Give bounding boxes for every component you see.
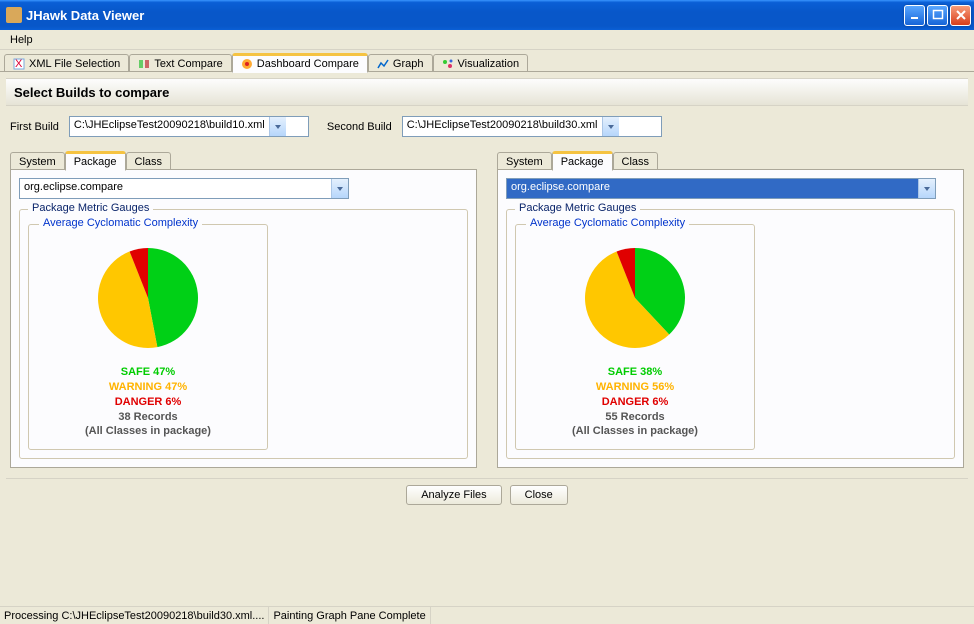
left-pie-chart bbox=[93, 243, 203, 353]
window-title: JHawk Data Viewer bbox=[26, 8, 904, 23]
gauge-legend: Average Cyclomatic Complexity bbox=[39, 217, 202, 229]
stat-safe: SAFE 38% bbox=[526, 365, 744, 380]
left-metric-group: Package Metric Gauges Average Cyclomatic… bbox=[19, 209, 468, 459]
combo-value: org.eclipse.compare bbox=[507, 179, 918, 198]
stat-records: 55 Records bbox=[526, 410, 744, 425]
tab-graph[interactable]: Graph bbox=[368, 54, 433, 72]
second-build-label: Second Build bbox=[327, 121, 392, 133]
tab-label: Visualization bbox=[458, 58, 520, 70]
chevron-down-icon[interactable] bbox=[602, 117, 619, 136]
svg-text:X: X bbox=[15, 58, 23, 70]
first-build-select[interactable]: C:\JHEclipseTest20090218\build10.xml bbox=[69, 116, 309, 137]
stat-note: (All Classes in package) bbox=[39, 424, 257, 439]
text-compare-icon bbox=[138, 58, 150, 70]
menu-bar: Help bbox=[0, 30, 974, 50]
right-package-select[interactable]: org.eclipse.compare bbox=[506, 178, 936, 199]
combo-value: org.eclipse.compare bbox=[20, 179, 331, 198]
analyze-files-button[interactable]: Analyze Files bbox=[406, 485, 501, 505]
stat-note: (All Classes in package) bbox=[526, 424, 744, 439]
gauge-legend: Average Cyclomatic Complexity bbox=[526, 217, 689, 229]
title-bar: JHawk Data Viewer bbox=[0, 0, 974, 30]
right-metric-group: Package Metric Gauges Average Cyclomatic… bbox=[506, 209, 955, 459]
left-tab-system[interactable]: System bbox=[10, 152, 65, 170]
menu-help[interactable]: Help bbox=[4, 32, 39, 48]
stat-danger: DANGER 6% bbox=[526, 395, 744, 410]
dashboard-icon bbox=[241, 58, 253, 70]
chevron-down-icon[interactable] bbox=[918, 179, 935, 198]
left-gauge-group: Average Cyclomatic Complexity SAFE 47% W… bbox=[28, 224, 268, 450]
tab-text-compare[interactable]: Text Compare bbox=[129, 54, 231, 72]
tab-label: XML File Selection bbox=[29, 58, 120, 70]
xml-icon: X bbox=[13, 58, 25, 70]
right-tab-package[interactable]: Package bbox=[552, 151, 613, 171]
stat-warning: WARNING 47% bbox=[39, 380, 257, 395]
minimize-button[interactable] bbox=[904, 5, 925, 26]
visualization-icon bbox=[442, 58, 454, 70]
close-window-button[interactable] bbox=[950, 5, 971, 26]
right-tab-class[interactable]: Class bbox=[613, 152, 659, 170]
second-build-select[interactable]: C:\JHEclipseTest20090218\build30.xml bbox=[402, 116, 662, 137]
combo-value: C:\JHEclipseTest20090218\build10.xml bbox=[70, 117, 269, 136]
left-package-select[interactable]: org.eclipse.compare bbox=[19, 178, 349, 199]
status-bar: Processing C:\JHEclipseTest20090218\buil… bbox=[0, 606, 974, 624]
stat-warning: WARNING 56% bbox=[526, 380, 744, 395]
right-tab-system[interactable]: System bbox=[497, 152, 552, 170]
tab-label: Text Compare bbox=[154, 58, 222, 70]
close-button[interactable]: Close bbox=[510, 485, 568, 505]
status-processing: Processing C:\JHEclipseTest20090218\buil… bbox=[0, 607, 269, 624]
tab-label: Dashboard Compare bbox=[257, 58, 359, 70]
stat-danger: DANGER 6% bbox=[39, 395, 257, 410]
tab-label: Graph bbox=[393, 58, 424, 70]
combo-value: C:\JHEclipseTest20090218\build30.xml bbox=[403, 117, 602, 136]
app-icon bbox=[6, 7, 22, 23]
stat-safe: SAFE 47% bbox=[39, 365, 257, 380]
right-gauge-group: Average Cyclomatic Complexity SAFE 38% W… bbox=[515, 224, 755, 450]
group-legend: Package Metric Gauges bbox=[28, 202, 153, 214]
status-paint: Painting Graph Pane Complete bbox=[269, 607, 430, 624]
main-tabs: X XML File Selection Text Compare Dashbo… bbox=[0, 50, 974, 72]
left-tab-class[interactable]: Class bbox=[126, 152, 172, 170]
graph-icon bbox=[377, 58, 389, 70]
chevron-down-icon[interactable] bbox=[331, 179, 348, 198]
right-pie-chart bbox=[580, 243, 690, 353]
maximize-button[interactable] bbox=[927, 5, 948, 26]
tab-xml-file-selection[interactable]: X XML File Selection bbox=[4, 54, 129, 72]
left-tab-package[interactable]: Package bbox=[65, 151, 126, 171]
group-legend: Package Metric Gauges bbox=[515, 202, 640, 214]
section-header: Select Builds to compare bbox=[6, 78, 968, 106]
first-build-label: First Build bbox=[10, 121, 59, 133]
tab-dashboard-compare[interactable]: Dashboard Compare bbox=[232, 53, 368, 73]
chevron-down-icon[interactable] bbox=[269, 117, 286, 136]
stat-records: 38 Records bbox=[39, 410, 257, 425]
tab-visualization[interactable]: Visualization bbox=[433, 54, 529, 72]
